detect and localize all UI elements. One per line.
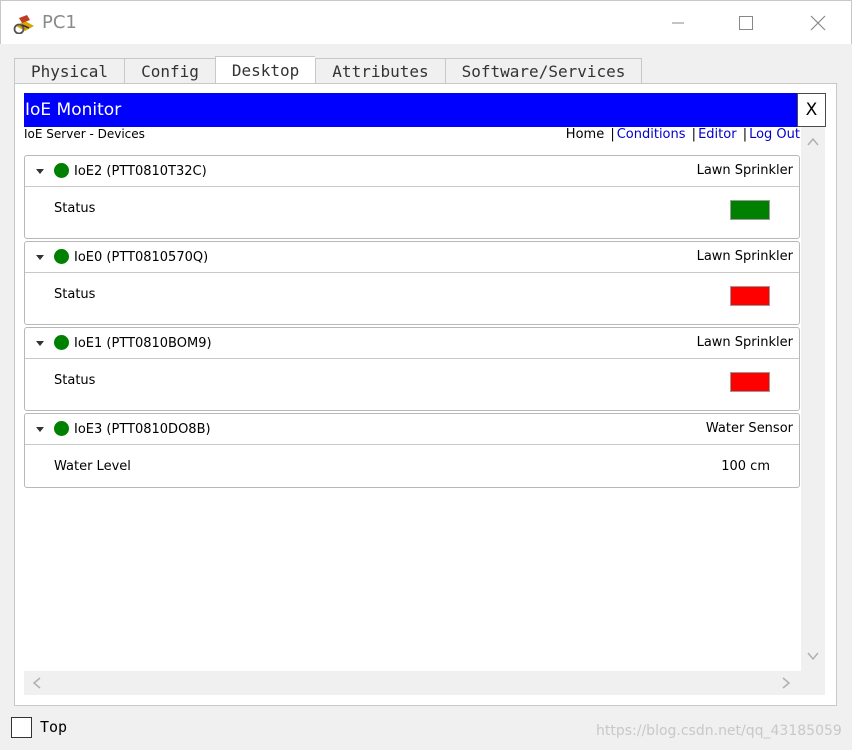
device-name: IoE0 (PTT0810570Q)	[74, 250, 209, 265]
packet-tracer-icon	[13, 12, 37, 35]
scroll-left-icon[interactable]	[32, 677, 42, 689]
caret-down-icon	[36, 427, 44, 432]
status-indicator[interactable]	[730, 372, 770, 392]
nav-separator: |	[610, 127, 615, 142]
minimize-icon	[672, 22, 684, 24]
top-checkbox-label: Top	[40, 718, 68, 736]
window-titlebar: PC1	[0, 0, 852, 44]
property-label: Status	[54, 201, 96, 216]
device-name: IoE1 (PTT0810BOM9)	[74, 336, 212, 351]
tab-attributes[interactable]: Attributes	[315, 58, 445, 84]
editor-link[interactable]: Editor	[698, 127, 736, 142]
device-card-header[interactable]: IoE1 (PTT0810BOM9) Lawn Sprinkler	[25, 328, 799, 359]
online-status-dot	[54, 421, 69, 436]
maximize-button[interactable]	[723, 7, 769, 39]
caret-down-icon	[36, 341, 44, 346]
close-monitor-button[interactable]: X	[797, 93, 826, 127]
device-card: IoE2 (PTT0810T32C) Lawn Sprinkler Status	[24, 155, 800, 239]
ioe-monitor-title: IoE Monitor	[25, 100, 122, 120]
tab-physical[interactable]: Physical	[14, 58, 125, 84]
online-status-dot	[54, 163, 69, 178]
conditions-link[interactable]: Conditions	[617, 127, 686, 142]
caret-down-icon	[36, 255, 44, 260]
status-indicator[interactable]	[730, 286, 770, 306]
device-card-header[interactable]: IoE2 (PTT0810T32C) Lawn Sprinkler	[25, 156, 799, 187]
device-type: Lawn Sprinkler	[696, 163, 793, 178]
top-checkbox[interactable]	[11, 717, 32, 738]
device-type: Water Sensor	[705, 421, 793, 436]
device-type: Lawn Sprinkler	[696, 335, 793, 350]
watermark: https://blog.csdn.net/qq_43185059	[596, 723, 842, 739]
device-card-header[interactable]: IoE3 (PTT0810DO8B) Water Sensor	[25, 414, 799, 445]
logout-link[interactable]: Log Out	[749, 127, 800, 142]
scroll-up-icon[interactable]	[807, 137, 819, 147]
tab-software-services[interactable]: Software/Services	[444, 58, 643, 84]
vertical-scrollbar[interactable]	[801, 127, 825, 671]
device-name: IoE3 (PTT0810DO8B)	[74, 422, 211, 437]
ioe-monitor-header: IoE Monitor	[24, 93, 798, 127]
property-label: Water Level	[54, 459, 131, 474]
window-title: PC1	[42, 12, 77, 33]
property-label: Status	[54, 373, 96, 388]
property-label: Status	[54, 287, 96, 302]
water-level-value: 100 cm	[721, 459, 770, 474]
minimize-button[interactable]	[655, 7, 701, 39]
device-card: IoE3 (PTT0810DO8B) Water Sensor Water Le…	[24, 413, 800, 488]
tab-config[interactable]: Config	[124, 58, 215, 84]
scroll-down-icon[interactable]	[807, 651, 819, 661]
caret-down-icon	[36, 169, 44, 174]
scrollbar-corner	[801, 671, 825, 695]
tab-bar: Physical Config Desktop Attributes Softw…	[14, 56, 643, 84]
nav-links: Home | Conditions | Editor | Log Out	[566, 127, 800, 142]
device-card: IoE0 (PTT0810570Q) Lawn Sprinkler Status	[24, 241, 800, 325]
close-window-button[interactable]	[795, 7, 841, 39]
close-icon	[810, 15, 826, 31]
server-devices-label: IoE Server - Devices	[24, 127, 145, 141]
device-type: Lawn Sprinkler	[696, 249, 793, 264]
scroll-right-icon[interactable]	[781, 677, 791, 689]
device-card: IoE1 (PTT0810BOM9) Lawn Sprinkler Status	[24, 327, 800, 411]
maximize-icon	[739, 16, 753, 30]
online-status-dot	[54, 335, 69, 350]
online-status-dot	[54, 249, 69, 264]
nav-separator: |	[691, 127, 697, 142]
tab-desktop[interactable]: Desktop	[214, 56, 316, 84]
status-indicator[interactable]	[730, 200, 770, 220]
home-link[interactable]: Home	[566, 127, 604, 142]
nav-separator: |	[742, 127, 748, 142]
device-card-header[interactable]: IoE0 (PTT0810570Q) Lawn Sprinkler	[25, 242, 799, 273]
device-name: IoE2 (PTT0810T32C)	[74, 164, 207, 179]
horizontal-scrollbar[interactable]	[24, 671, 801, 695]
